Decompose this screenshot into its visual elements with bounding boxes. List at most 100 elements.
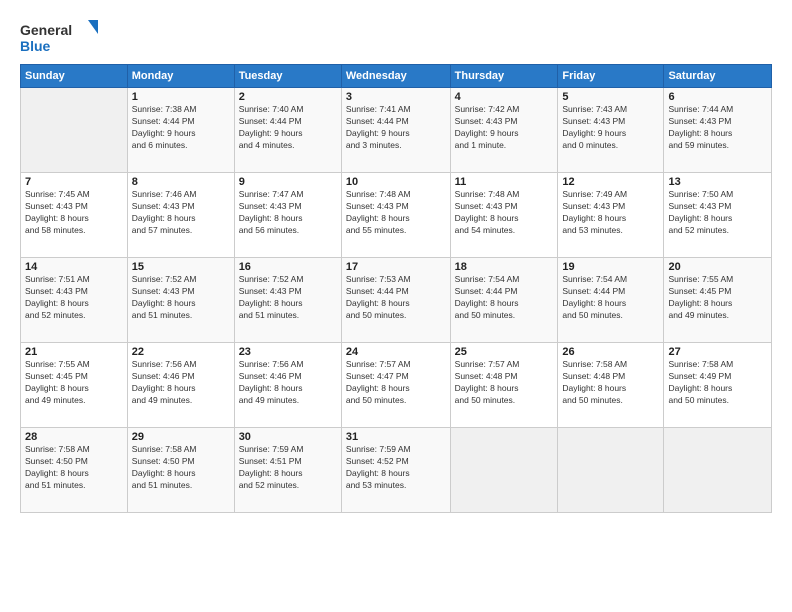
day-cell: 3Sunrise: 7:41 AMSunset: 4:44 PMDaylight… bbox=[341, 88, 450, 173]
day-info: Sunrise: 7:56 AMSunset: 4:46 PMDaylight:… bbox=[132, 359, 230, 407]
day-info: Sunrise: 7:55 AMSunset: 4:45 PMDaylight:… bbox=[25, 359, 123, 407]
day-number: 8 bbox=[132, 176, 230, 188]
day-info: Sunrise: 7:44 AMSunset: 4:43 PMDaylight:… bbox=[668, 104, 767, 152]
day-cell bbox=[558, 428, 664, 513]
day-cell: 10Sunrise: 7:48 AMSunset: 4:43 PMDayligh… bbox=[341, 173, 450, 258]
calendar-body: 1Sunrise: 7:38 AMSunset: 4:44 PMDaylight… bbox=[21, 88, 772, 513]
calendar-header: SundayMondayTuesdayWednesdayThursdayFrid… bbox=[21, 65, 772, 88]
day-cell: 11Sunrise: 7:48 AMSunset: 4:43 PMDayligh… bbox=[450, 173, 558, 258]
day-info: Sunrise: 7:49 AMSunset: 4:43 PMDaylight:… bbox=[562, 189, 659, 237]
day-info: Sunrise: 7:53 AMSunset: 4:44 PMDaylight:… bbox=[346, 274, 446, 322]
day-cell: 8Sunrise: 7:46 AMSunset: 4:43 PMDaylight… bbox=[127, 173, 234, 258]
day-number: 29 bbox=[132, 431, 230, 443]
week-row-5: 28Sunrise: 7:58 AMSunset: 4:50 PMDayligh… bbox=[21, 428, 772, 513]
day-cell: 13Sunrise: 7:50 AMSunset: 4:43 PMDayligh… bbox=[664, 173, 772, 258]
day-number: 7 bbox=[25, 176, 123, 188]
week-row-2: 7Sunrise: 7:45 AMSunset: 4:43 PMDaylight… bbox=[21, 173, 772, 258]
day-number: 23 bbox=[239, 346, 337, 358]
page: General Blue SundayMondayTuesdayWednesda… bbox=[0, 0, 792, 612]
day-number: 19 bbox=[562, 261, 659, 273]
day-info: Sunrise: 7:54 AMSunset: 4:44 PMDaylight:… bbox=[455, 274, 554, 322]
logo-svg: General Blue bbox=[20, 18, 100, 56]
day-info: Sunrise: 7:58 AMSunset: 4:50 PMDaylight:… bbox=[25, 444, 123, 492]
day-cell: 7Sunrise: 7:45 AMSunset: 4:43 PMDaylight… bbox=[21, 173, 128, 258]
day-info: Sunrise: 7:38 AMSunset: 4:44 PMDaylight:… bbox=[132, 104, 230, 152]
day-cell: 2Sunrise: 7:40 AMSunset: 4:44 PMDaylight… bbox=[234, 88, 341, 173]
day-cell: 16Sunrise: 7:52 AMSunset: 4:43 PMDayligh… bbox=[234, 258, 341, 343]
day-number: 17 bbox=[346, 261, 446, 273]
column-header-friday: Friday bbox=[558, 65, 664, 88]
day-number: 16 bbox=[239, 261, 337, 273]
day-cell: 30Sunrise: 7:59 AMSunset: 4:51 PMDayligh… bbox=[234, 428, 341, 513]
day-number: 14 bbox=[25, 261, 123, 273]
day-cell: 22Sunrise: 7:56 AMSunset: 4:46 PMDayligh… bbox=[127, 343, 234, 428]
day-cell: 19Sunrise: 7:54 AMSunset: 4:44 PMDayligh… bbox=[558, 258, 664, 343]
day-cell: 24Sunrise: 7:57 AMSunset: 4:47 PMDayligh… bbox=[341, 343, 450, 428]
day-cell: 12Sunrise: 7:49 AMSunset: 4:43 PMDayligh… bbox=[558, 173, 664, 258]
day-cell: 6Sunrise: 7:44 AMSunset: 4:43 PMDaylight… bbox=[664, 88, 772, 173]
day-cell bbox=[664, 428, 772, 513]
day-cell: 1Sunrise: 7:38 AMSunset: 4:44 PMDaylight… bbox=[127, 88, 234, 173]
day-number: 21 bbox=[25, 346, 123, 358]
day-number: 20 bbox=[668, 261, 767, 273]
day-info: Sunrise: 7:50 AMSunset: 4:43 PMDaylight:… bbox=[668, 189, 767, 237]
day-number: 18 bbox=[455, 261, 554, 273]
column-header-monday: Monday bbox=[127, 65, 234, 88]
day-info: Sunrise: 7:46 AMSunset: 4:43 PMDaylight:… bbox=[132, 189, 230, 237]
day-number: 28 bbox=[25, 431, 123, 443]
day-cell: 18Sunrise: 7:54 AMSunset: 4:44 PMDayligh… bbox=[450, 258, 558, 343]
day-number: 2 bbox=[239, 91, 337, 103]
day-cell: 5Sunrise: 7:43 AMSunset: 4:43 PMDaylight… bbox=[558, 88, 664, 173]
day-number: 9 bbox=[239, 176, 337, 188]
day-cell: 4Sunrise: 7:42 AMSunset: 4:43 PMDaylight… bbox=[450, 88, 558, 173]
day-number: 11 bbox=[455, 176, 554, 188]
day-info: Sunrise: 7:45 AMSunset: 4:43 PMDaylight:… bbox=[25, 189, 123, 237]
day-info: Sunrise: 7:57 AMSunset: 4:48 PMDaylight:… bbox=[455, 359, 554, 407]
day-number: 3 bbox=[346, 91, 446, 103]
day-info: Sunrise: 7:58 AMSunset: 4:49 PMDaylight:… bbox=[668, 359, 767, 407]
day-number: 24 bbox=[346, 346, 446, 358]
day-cell: 21Sunrise: 7:55 AMSunset: 4:45 PMDayligh… bbox=[21, 343, 128, 428]
column-header-thursday: Thursday bbox=[450, 65, 558, 88]
svg-text:Blue: Blue bbox=[20, 38, 51, 54]
day-number: 25 bbox=[455, 346, 554, 358]
day-info: Sunrise: 7:42 AMSunset: 4:43 PMDaylight:… bbox=[455, 104, 554, 152]
day-info: Sunrise: 7:40 AMSunset: 4:44 PMDaylight:… bbox=[239, 104, 337, 152]
column-header-saturday: Saturday bbox=[664, 65, 772, 88]
day-cell: 17Sunrise: 7:53 AMSunset: 4:44 PMDayligh… bbox=[341, 258, 450, 343]
day-cell: 31Sunrise: 7:59 AMSunset: 4:52 PMDayligh… bbox=[341, 428, 450, 513]
day-info: Sunrise: 7:41 AMSunset: 4:44 PMDaylight:… bbox=[346, 104, 446, 152]
day-cell: 23Sunrise: 7:56 AMSunset: 4:46 PMDayligh… bbox=[234, 343, 341, 428]
day-number: 26 bbox=[562, 346, 659, 358]
svg-text:General: General bbox=[20, 22, 72, 38]
day-number: 12 bbox=[562, 176, 659, 188]
day-number: 10 bbox=[346, 176, 446, 188]
column-header-wednesday: Wednesday bbox=[341, 65, 450, 88]
day-number: 4 bbox=[455, 91, 554, 103]
day-info: Sunrise: 7:59 AMSunset: 4:51 PMDaylight:… bbox=[239, 444, 337, 492]
day-number: 15 bbox=[132, 261, 230, 273]
column-header-tuesday: Tuesday bbox=[234, 65, 341, 88]
day-info: Sunrise: 7:56 AMSunset: 4:46 PMDaylight:… bbox=[239, 359, 337, 407]
day-info: Sunrise: 7:55 AMSunset: 4:45 PMDaylight:… bbox=[668, 274, 767, 322]
week-row-1: 1Sunrise: 7:38 AMSunset: 4:44 PMDaylight… bbox=[21, 88, 772, 173]
logo: General Blue bbox=[20, 18, 100, 56]
day-info: Sunrise: 7:51 AMSunset: 4:43 PMDaylight:… bbox=[25, 274, 123, 322]
day-cell: 26Sunrise: 7:58 AMSunset: 4:48 PMDayligh… bbox=[558, 343, 664, 428]
calendar-table: SundayMondayTuesdayWednesdayThursdayFrid… bbox=[20, 64, 772, 513]
day-number: 27 bbox=[668, 346, 767, 358]
day-number: 13 bbox=[668, 176, 767, 188]
day-cell bbox=[21, 88, 128, 173]
day-info: Sunrise: 7:52 AMSunset: 4:43 PMDaylight:… bbox=[239, 274, 337, 322]
day-info: Sunrise: 7:59 AMSunset: 4:52 PMDaylight:… bbox=[346, 444, 446, 492]
day-number: 22 bbox=[132, 346, 230, 358]
day-number: 1 bbox=[132, 91, 230, 103]
day-cell: 20Sunrise: 7:55 AMSunset: 4:45 PMDayligh… bbox=[664, 258, 772, 343]
day-cell: 14Sunrise: 7:51 AMSunset: 4:43 PMDayligh… bbox=[21, 258, 128, 343]
day-info: Sunrise: 7:47 AMSunset: 4:43 PMDaylight:… bbox=[239, 189, 337, 237]
header: General Blue bbox=[20, 18, 772, 56]
day-cell bbox=[450, 428, 558, 513]
day-info: Sunrise: 7:58 AMSunset: 4:50 PMDaylight:… bbox=[132, 444, 230, 492]
day-info: Sunrise: 7:48 AMSunset: 4:43 PMDaylight:… bbox=[455, 189, 554, 237]
day-number: 5 bbox=[562, 91, 659, 103]
